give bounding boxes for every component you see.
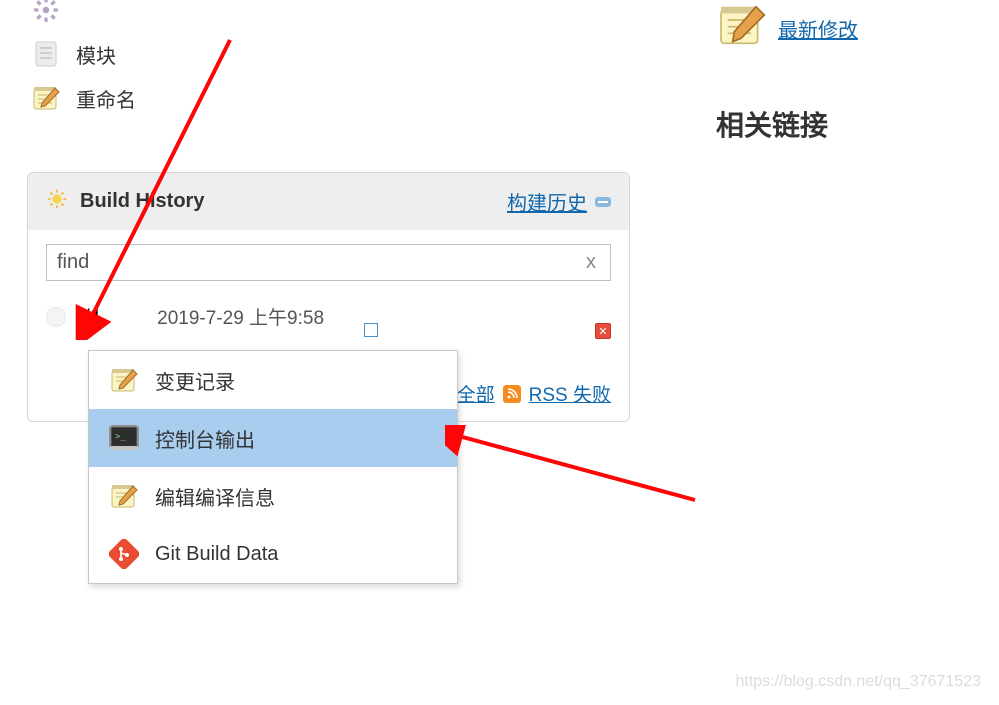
notepad-pencil-icon — [107, 363, 141, 397]
nav-rename-label: 重命名 — [76, 84, 136, 113]
build-status-icon — [46, 307, 66, 327]
collapse-icon[interactable] — [595, 197, 611, 207]
latest-changes-link[interactable]: 最新修改 — [778, 14, 858, 43]
gear-icon — [30, 0, 62, 26]
nav-modules-label: 模块 — [76, 40, 116, 69]
build-context-menu: 变更记录 >_ 控制台输出 编辑编译信息 Git Build Data — [88, 350, 458, 584]
document-icon — [30, 38, 62, 70]
nav-rename[interactable]: 重命名 — [30, 76, 600, 120]
build-number-link[interactable]: #1 — [80, 306, 101, 328]
menu-edit-build-info[interactable]: 编辑编译信息 — [89, 467, 457, 525]
search-box[interactable]: x — [46, 244, 611, 281]
terminal-icon: >_ — [107, 421, 141, 455]
menu-console-output[interactable]: >_ 控制台输出 — [89, 409, 457, 467]
build-date: 2019-7-29 上午9:58 — [157, 303, 324, 330]
panel-title: Build History — [80, 190, 204, 213]
svg-text:>_: >_ — [115, 432, 126, 442]
build-history-link[interactable]: 构建历史 — [507, 187, 587, 216]
related-links-heading: 相关链接 — [716, 104, 858, 144]
notepad-pencil-icon — [107, 479, 141, 513]
panel-header: Build History 构建历史 — [28, 173, 629, 230]
menu-console-label: 控制台输出 — [155, 424, 255, 453]
nav-modules[interactable]: 模块 — [30, 32, 600, 76]
latest-changes-row[interactable]: 最新修改 — [716, 0, 858, 56]
annotation-arrow-2 — [445, 425, 705, 515]
dropdown-indicator-icon[interactable] — [364, 323, 378, 337]
notepad-pencil-icon — [30, 82, 62, 114]
watermark: https://blog.csdn.net/qq_37671523 — [735, 673, 981, 691]
clear-search-icon[interactable]: x — [582, 251, 600, 274]
menu-edit-label: 编辑编译信息 — [155, 482, 275, 511]
search-input[interactable] — [57, 251, 582, 274]
build-row[interactable]: #1 2019-7-29 上午9:58 ✕ — [28, 295, 629, 330]
menu-git-build-data[interactable]: Git Build Data — [89, 525, 457, 583]
sun-icon — [46, 188, 68, 216]
rss-icon — [503, 385, 521, 403]
rss-fail-link[interactable]: RSS 失败 — [529, 380, 611, 407]
menu-changelog[interactable]: 变更记录 — [89, 351, 457, 409]
nav-gear-row[interactable] — [30, 0, 600, 32]
notepad-pencil-icon — [716, 0, 766, 56]
delete-icon[interactable]: ✕ — [595, 323, 611, 339]
menu-git-label: Git Build Data — [155, 543, 278, 566]
git-icon — [107, 537, 141, 571]
menu-changelog-label: 变更记录 — [155, 366, 235, 395]
